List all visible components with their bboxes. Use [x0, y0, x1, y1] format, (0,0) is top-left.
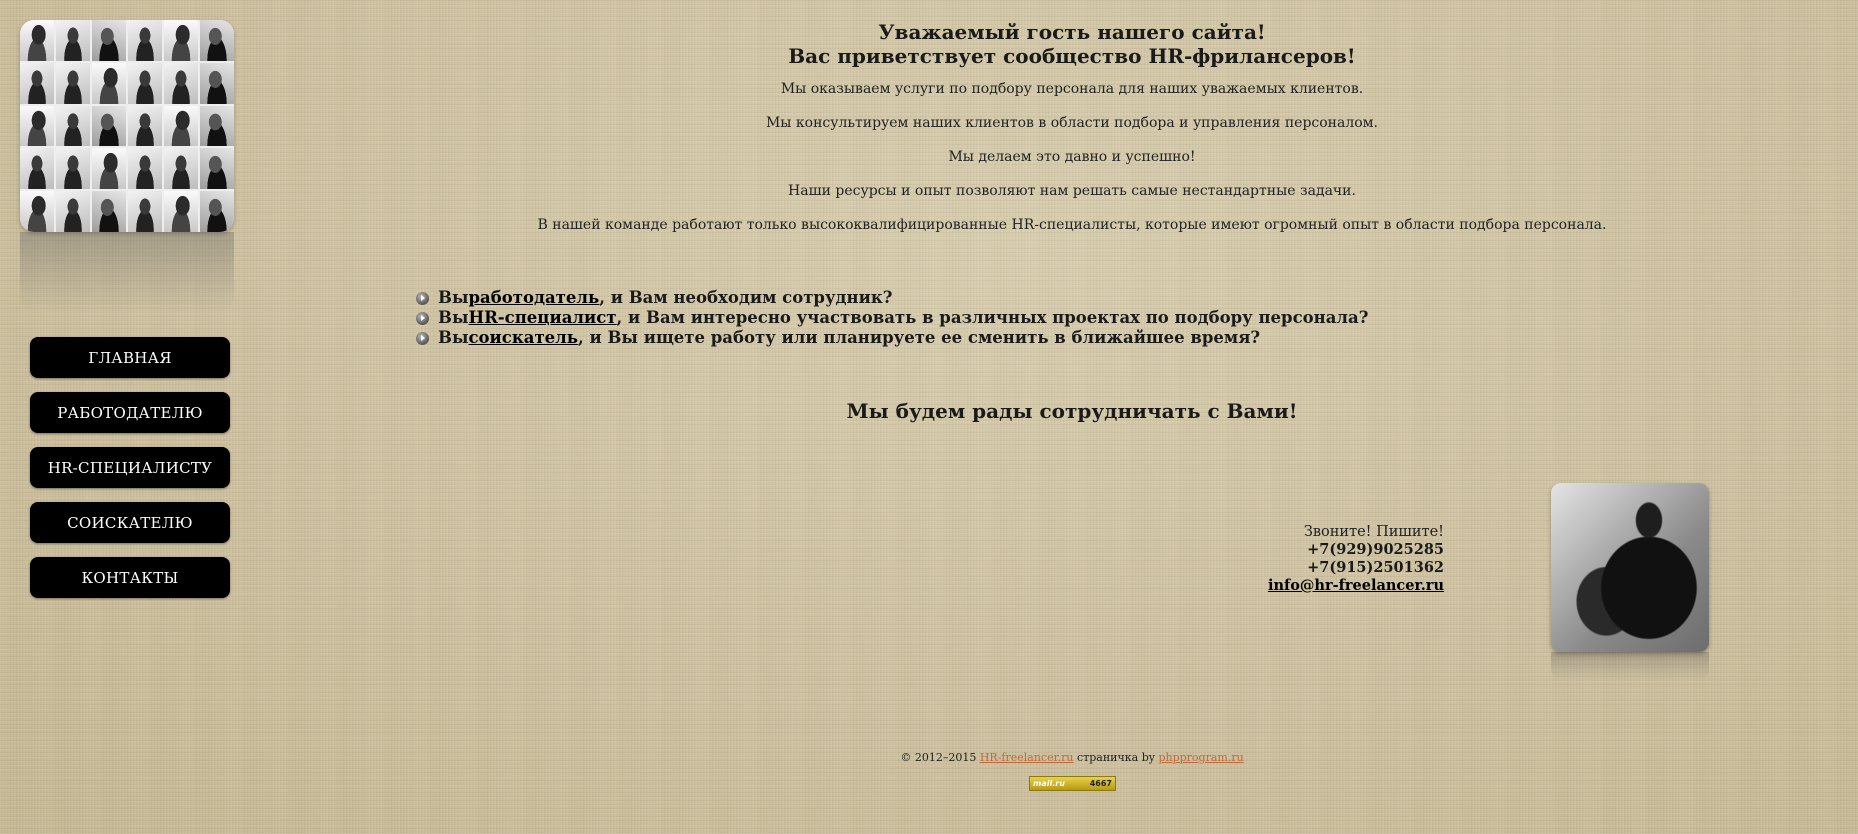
intro-paragraph: Мы делаем это давно и успешно! — [948, 149, 1196, 165]
audience-questions: Вы работодатель, и Вам необходим сотрудн… — [416, 288, 1368, 348]
closing-message: Мы будем рады сотрудничать с Вами! — [846, 399, 1298, 423]
question-prefix: Вы — [438, 288, 469, 307]
main-nav: ГЛАВНАЯ РАБОТОДАТЕЛЮ HR-СПЕЦИАЛИСТУ СОИС… — [30, 337, 230, 612]
email-link[interactable]: info@hr-freelancer.ru — [1268, 577, 1444, 594]
intro-paragraph: Мы консультируем наших клиентов в област… — [765, 115, 1379, 131]
visit-counter[interactable]: mail.ru 4667 — [1029, 776, 1116, 791]
question-suffix: , и Вам необходим сотрудник? — [599, 288, 893, 307]
arrow-bullet-icon — [416, 291, 429, 305]
copyright-text: © 2012–2015 — [900, 751, 980, 764]
employer-link[interactable]: работодатель — [469, 288, 600, 308]
question-prefix: Вы — [438, 328, 469, 347]
people-photo-grid — [20, 20, 234, 232]
contacts-block: Звоните! Пишите! +7(929)9025285 +7(915)2… — [1268, 523, 1444, 595]
arrow-bullet-icon — [416, 311, 429, 325]
phone-lady-photo-reflection — [1551, 652, 1709, 680]
question-suffix: , и Вы ищете работу или планируете ее см… — [578, 328, 1261, 347]
main-content: Уважаемый гость нашего сайта! Вас привет… — [500, 20, 1644, 251]
nav-item-hr-specialist[interactable]: HR-СПЕЦИАЛИСТУ — [30, 447, 230, 488]
job-seeker-link[interactable]: соискатель — [469, 328, 579, 348]
by-text: страничка by — [1073, 751, 1159, 764]
phone-number: +7(915)2501362 — [1307, 559, 1444, 576]
nav-item-job-seeker[interactable]: СОИСКАТЕЛЮ — [30, 502, 230, 543]
author-link[interactable]: phpprogram.ru — [1158, 751, 1243, 764]
counter-logo: mail.ru — [1033, 779, 1065, 788]
photo-grid-reflection — [20, 232, 234, 312]
phone-number: +7(929)9025285 — [1307, 541, 1444, 558]
question-hr-specialist: Вы HR-специалист, и Вам интересно участв… — [416, 308, 1368, 328]
intro-paragraph: Наши ресурсы и опыт позволяют нам решать… — [788, 183, 1356, 199]
hr-specialist-link[interactable]: HR-специалист — [469, 308, 617, 328]
phone-lady-photo — [1551, 483, 1709, 652]
counter-value: 4667 — [1089, 779, 1112, 788]
question-prefix: Вы — [438, 308, 469, 327]
question-employer: Вы работодатель, и Вам необходим сотрудн… — [416, 288, 1368, 308]
nav-item-home[interactable]: ГЛАВНАЯ — [30, 337, 230, 378]
intro-text: Мы оказываем услуги по подбору персонала… — [500, 81, 1644, 233]
intro-paragraph: В нашей команде работают только высококв… — [537, 217, 1607, 233]
question-suffix: , и Вам интересно участвовать в различны… — [616, 308, 1369, 327]
footer: © 2012–2015 HR-freelancer.ru страничка b… — [0, 751, 1858, 764]
arrow-bullet-icon — [416, 331, 429, 345]
welcome-line-2: Вас приветствует сообщество HR-фрилансер… — [788, 44, 1356, 68]
welcome-line-1: Уважаемый гость нашего сайта! — [878, 20, 1266, 44]
nav-item-employer[interactable]: РАБОТОДАТЕЛЮ — [30, 392, 230, 433]
welcome-heading: Уважаемый гость нашего сайта! Вас привет… — [500, 20, 1644, 68]
intro-paragraph: Мы оказываем услуги по подбору персонала… — [780, 81, 1364, 97]
question-job-seeker: Вы соискатель, и Вы ищете работу или пла… — [416, 328, 1368, 348]
nav-item-contacts[interactable]: КОНТАКТЫ — [30, 557, 230, 598]
call-to-action: Звоните! Пишите! — [1303, 524, 1444, 540]
site-link[interactable]: HR-freelancer.ru — [980, 751, 1074, 764]
